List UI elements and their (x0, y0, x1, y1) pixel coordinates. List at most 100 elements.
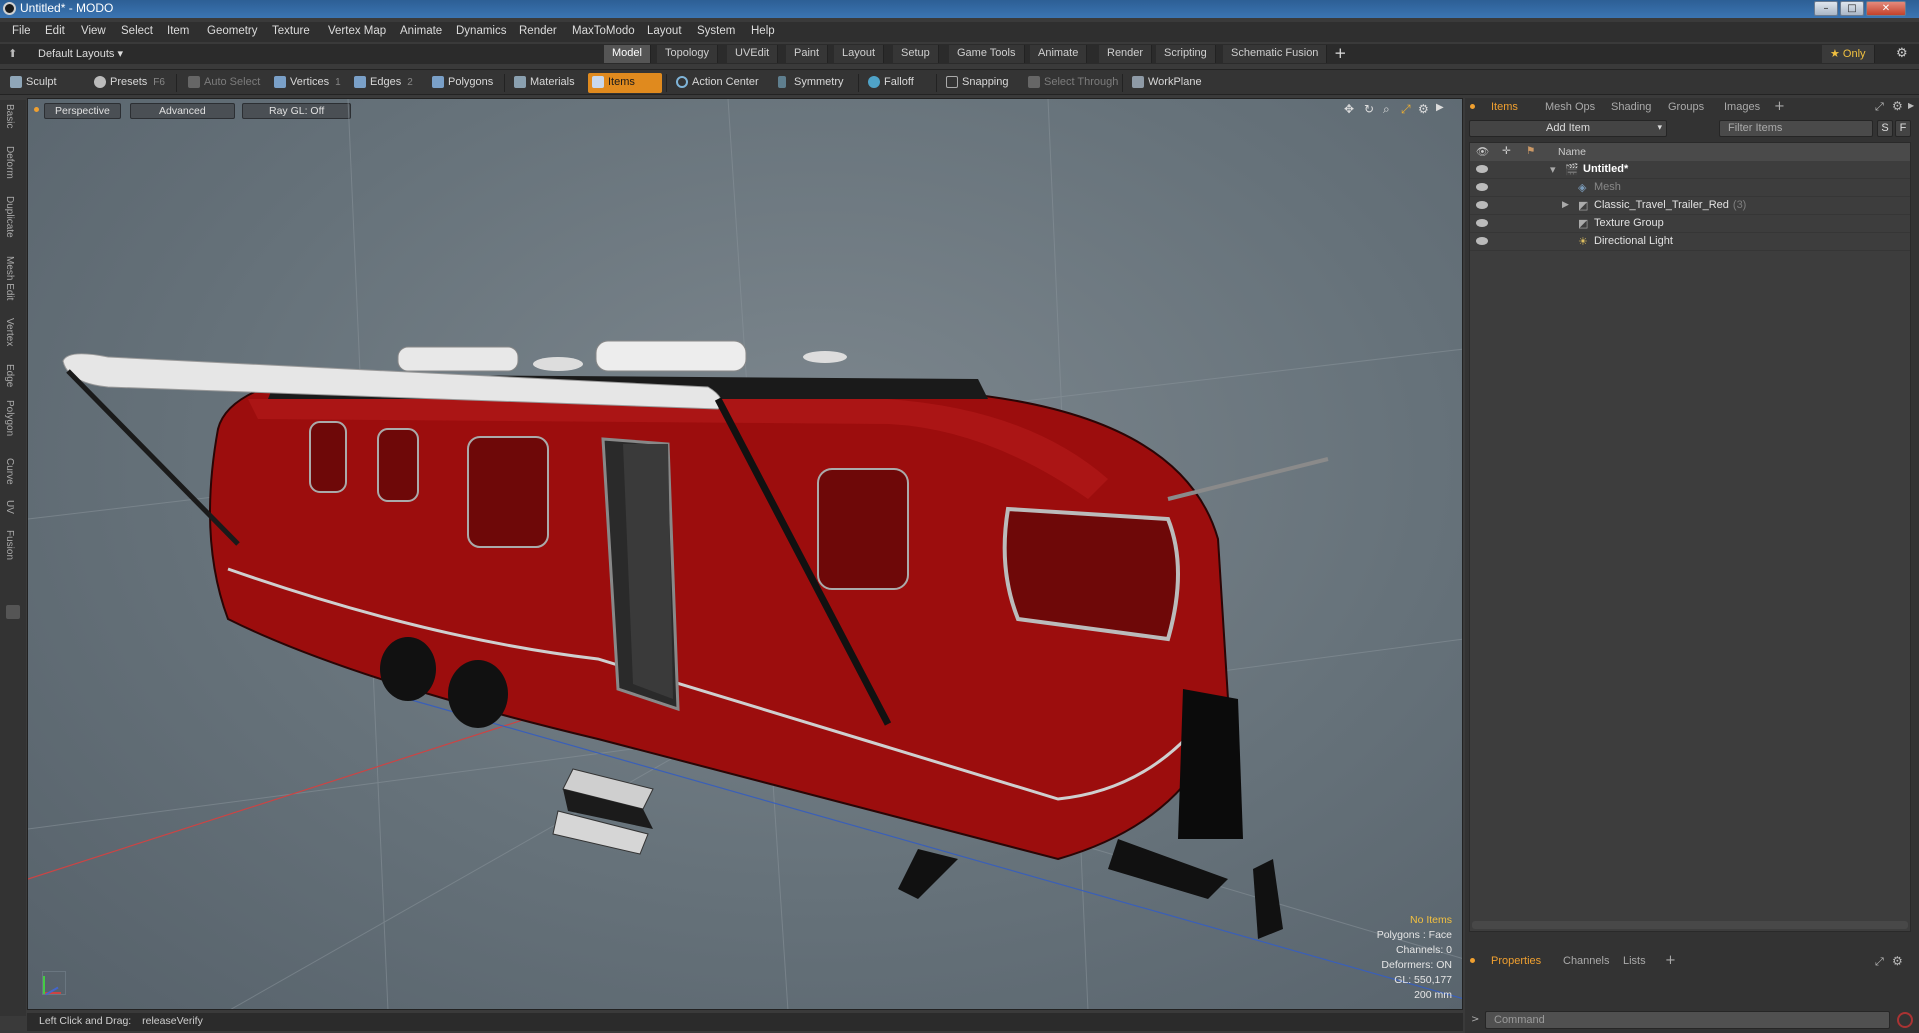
only-toggle[interactable]: ★ Only (1822, 45, 1875, 63)
visibility-eye-icon[interactable] (1476, 183, 1488, 191)
tab-schematic-fusion[interactable]: Schematic Fusion (1223, 45, 1328, 63)
add-panel-tab-icon[interactable]: + (1774, 99, 1785, 114)
menu-animate[interactable]: Animate (400, 25, 442, 37)
vtab-duplicate[interactable]: Duplicate (4, 196, 15, 238)
filter-items-input[interactable]: Filter Items (1719, 120, 1873, 137)
add-properties-tab-icon[interactable]: + (1665, 953, 1676, 968)
tree-horizontal-scrollbar[interactable] (1472, 921, 1908, 929)
presets-button[interactable]: Presets F6 (90, 73, 169, 93)
tab-scripting[interactable]: Scripting (1156, 45, 1216, 63)
menu-render[interactable]: Render (519, 25, 557, 37)
panel-menu-dot[interactable] (1470, 104, 1475, 109)
tab-images[interactable]: Images (1716, 100, 1768, 116)
auto-select-button[interactable]: Auto Select (184, 73, 264, 93)
filter-s-button[interactable]: S (1877, 120, 1893, 137)
tab-channels[interactable]: Channels (1555, 954, 1617, 970)
tree-row-mesh[interactable]: ◈ Mesh (1470, 179, 1910, 197)
vtab-curve[interactable]: Curve (4, 458, 15, 485)
vtab-uv[interactable]: UV (4, 500, 15, 514)
3d-viewport[interactable]: Perspective Advanced Ray GL: Off ✥ ↻ ⌕ ⤢… (27, 98, 1463, 1010)
layout-collapse-icon[interactable]: ⬆ (8, 47, 17, 60)
symmetry-button[interactable]: Symmetry (774, 73, 848, 93)
vtab-edge[interactable]: Edge (4, 364, 15, 387)
menu-view[interactable]: View (81, 25, 106, 37)
action-center-button[interactable]: Action Center (672, 73, 763, 93)
vtab-fusion[interactable]: Fusion (4, 530, 15, 560)
add-item-button[interactable]: Add Item ▾ (1469, 120, 1667, 137)
vtab-basic[interactable]: Basic (4, 104, 15, 128)
close-button[interactable]: ✕ (1866, 1, 1906, 16)
tab-lists[interactable]: Lists (1615, 954, 1654, 970)
menu-system[interactable]: System (697, 25, 735, 37)
menu-help[interactable]: Help (751, 25, 775, 37)
tab-groups[interactable]: Groups (1660, 100, 1712, 116)
add-layout-tab-button[interactable]: + (1334, 44, 1347, 62)
vtab-vertex[interactable]: Vertex (4, 318, 15, 346)
tab-shading[interactable]: Shading (1603, 100, 1659, 116)
visibility-eye-icon[interactable] (1476, 201, 1488, 209)
strip-toggle-icon[interactable] (6, 605, 20, 619)
tab-items[interactable]: Items (1483, 100, 1526, 116)
menu-layout[interactable]: Layout (647, 25, 682, 37)
vtab-deform[interactable]: Deform (4, 146, 15, 179)
panel-arrow-icon[interactable]: ▶ (1908, 101, 1914, 110)
maximize-button[interactable]: □ (1840, 1, 1864, 16)
menu-item[interactable]: Item (167, 25, 189, 37)
tab-animate[interactable]: Animate (1030, 45, 1088, 63)
gear-icon[interactable]: ⚙ (1896, 46, 1908, 61)
visibility-eye-icon[interactable] (1476, 165, 1488, 173)
sculpt-button[interactable]: Sculpt (6, 73, 61, 93)
expand-arrow-icon[interactable]: ▶ (1562, 199, 1569, 210)
panel-expand-icon[interactable]: ⤢ (1875, 100, 1884, 114)
lock-column-icon[interactable]: ✛ (1502, 145, 1511, 157)
select-through-button[interactable]: Select Through (1024, 73, 1122, 93)
properties-expand-icon[interactable]: ⤢ (1875, 955, 1884, 969)
command-history-icon[interactable] (1897, 1012, 1913, 1028)
tree-row-texture-group[interactable]: ◩ Texture Group (1470, 215, 1910, 233)
vtab-mesh-edit[interactable]: Mesh Edit (4, 256, 15, 300)
panel-gear-icon[interactable]: ⚙ (1892, 99, 1903, 113)
tab-topology[interactable]: Topology (657, 45, 719, 63)
menu-edit[interactable]: Edit (45, 25, 65, 37)
items-button[interactable]: Items (588, 73, 662, 93)
default-layouts-dropdown[interactable]: Default Layouts ▾ (38, 47, 123, 60)
tab-properties[interactable]: Properties (1483, 954, 1549, 970)
menu-select[interactable]: Select (121, 25, 153, 37)
menu-geometry[interactable]: Geometry (207, 25, 258, 37)
materials-button[interactable]: Materials (510, 73, 579, 93)
polygons-button[interactable]: Polygons (428, 73, 497, 93)
menu-dynamics[interactable]: Dynamics (456, 25, 506, 37)
minimize-button[interactable]: – (1814, 1, 1838, 16)
filter-f-button[interactable]: F (1895, 120, 1911, 137)
visibility-eye-icon[interactable] (1476, 237, 1488, 245)
menu-texture[interactable]: Texture (272, 25, 310, 37)
menu-maxtomodo[interactable]: MaxToModo (572, 25, 635, 37)
falloff-button[interactable]: Falloff (864, 73, 918, 93)
menu-vertex-map[interactable]: Vertex Map (328, 25, 386, 37)
vertices-button[interactable]: Vertices 1 (270, 73, 345, 93)
tab-setup[interactable]: Setup (893, 45, 939, 63)
name-column-header[interactable]: Name (1558, 146, 1586, 158)
render-column-icon[interactable]: ⚑ (1526, 145, 1535, 157)
tree-row-trailer[interactable]: ▶ ◩ Classic_Travel_Trailer_Red (3) (1470, 197, 1910, 215)
workplane-button[interactable]: WorkPlane (1128, 73, 1206, 93)
tab-mesh-ops[interactable]: Mesh Ops (1537, 100, 1603, 116)
tab-paint[interactable]: Paint (786, 45, 829, 63)
tab-game-tools[interactable]: Game Tools (949, 45, 1025, 63)
snapping-button[interactable]: Snapping (942, 73, 1013, 93)
tab-uvedit[interactable]: UVEdit (727, 45, 779, 63)
edges-button[interactable]: Edges 2 (350, 73, 417, 93)
tab-render[interactable]: Render (1099, 45, 1153, 63)
visibility-column-icon[interactable]: 👁 (1476, 145, 1489, 158)
tab-layout[interactable]: Layout (834, 45, 885, 63)
tree-row-scene[interactable]: ▾ 🎬 Untitled* (1470, 161, 1910, 179)
expand-arrow-icon[interactable]: ▾ (1550, 163, 1556, 176)
properties-gear-icon[interactable]: ⚙ (1892, 954, 1903, 968)
tab-model[interactable]: Model (604, 45, 651, 63)
properties-menu-dot[interactable] (1470, 958, 1475, 963)
vtab-polygon[interactable]: Polygon (4, 400, 15, 436)
menu-file[interactable]: File (12, 25, 31, 37)
tree-row-directional-light[interactable]: ☀ Directional Light (1470, 233, 1910, 251)
command-input[interactable]: Command (1485, 1011, 1890, 1029)
visibility-eye-icon[interactable] (1476, 219, 1488, 227)
